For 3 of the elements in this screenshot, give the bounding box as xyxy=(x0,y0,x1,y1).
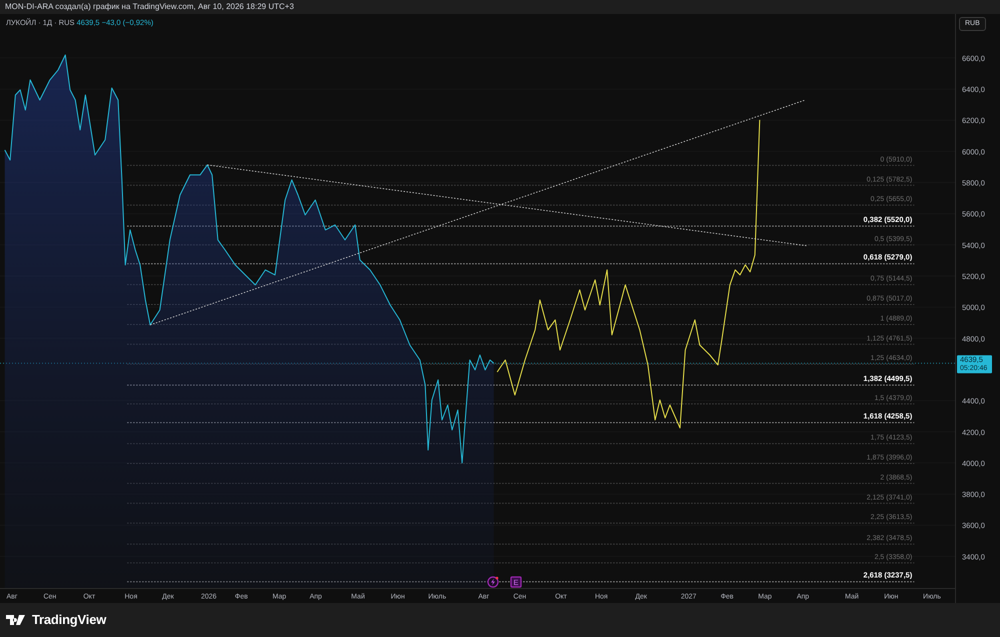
lightning-icon[interactable] xyxy=(487,576,499,588)
brand-name: TradingView xyxy=(32,611,106,630)
logo-icon xyxy=(6,615,28,625)
